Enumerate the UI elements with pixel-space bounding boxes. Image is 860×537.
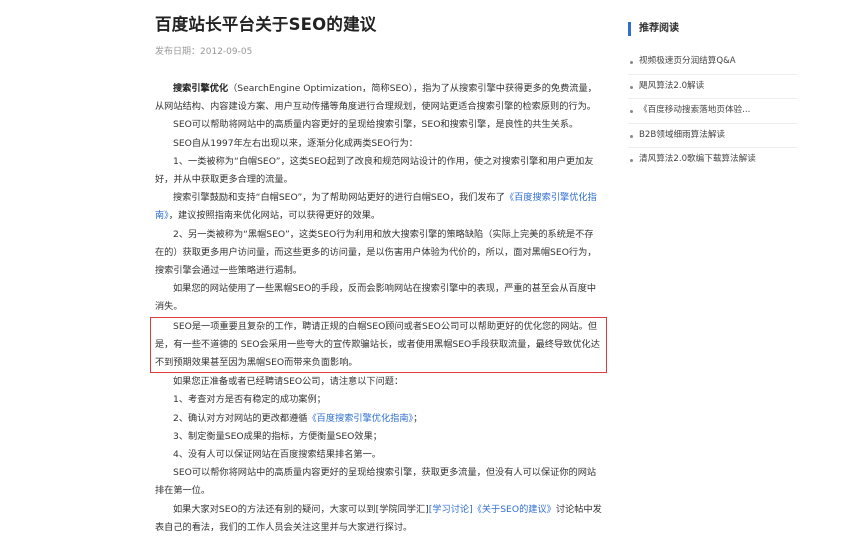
paragraph-text: ； bbox=[413, 412, 423, 424]
paragraph: 如果您的网站使用了一些黑帽SEO的手段，反而会影响网站在搜索引擎中的表现，严重的… bbox=[155, 283, 597, 313]
recommended-item[interactable]: 视频极速页分润结算Q&A bbox=[628, 50, 798, 75]
recommended-list: 视频极速页分润结算Q&A 飓风算法2.0解读 《百度移动搜索落地页体验... B… bbox=[628, 50, 798, 172]
paragraph: SEO自从1997年左右出现以来，逐渐分化成两类SEO行为： bbox=[173, 137, 418, 149]
recommended-item[interactable]: 清风算法2.0歌编下载算法解读 bbox=[628, 148, 798, 172]
paragraph-text: 如果大家对SEO的方法还有别的疑问，大家可以到[学院同学汇] bbox=[173, 503, 429, 515]
seo-term: 搜索引擎优化 bbox=[173, 83, 229, 94]
paragraph-text: ，建议按照指南来优化网站，可以获得更好的效果。 bbox=[168, 210, 381, 222]
list-item: 2、确认对方对网站的更改都遵循《百度搜索引擎优化指南》； bbox=[155, 410, 602, 428]
recommended-item[interactable]: B2B领域细雨算法解读 bbox=[628, 124, 798, 148]
paragraph: 1、一类被称为“白帽SEO”，这类SEO起到了改良和规范网站设计的作用，使之对搜… bbox=[155, 155, 594, 186]
article-title: 百度站长平台关于SEO的建议 bbox=[155, 15, 377, 34]
paragraph-text: 搜索引擎鼓励和支持“白帽SEO”，为了帮助网站更好的进行白帽SEO，我们发布了 bbox=[173, 192, 505, 204]
seo-advice-thread-link[interactable]: 《关于SEO的建议》 bbox=[473, 504, 556, 515]
date-value: 2012-09-05 bbox=[200, 47, 253, 57]
recommended-item[interactable]: 《百度移动搜索落地页体验... bbox=[628, 99, 798, 124]
seo-guide-link[interactable]: 《百度搜索引擎优化指南》 bbox=[307, 413, 413, 424]
paragraph: 搜索引擎鼓励和支持“白帽SEO”，为了帮助网站更好的进行白帽SEO，我们发布了《… bbox=[155, 189, 602, 225]
paragraph-text: 2、确认对方对网站的更改都遵循 bbox=[173, 412, 308, 424]
publish-date: 发布日期：2012-09-05 bbox=[155, 46, 602, 58]
sidebar: 推荐阅读 视频极速页分润结算Q&A 飓风算法2.0解读 《百度移动搜索落地页体验… bbox=[628, 22, 798, 172]
recommended-heading: 推荐阅读 bbox=[628, 22, 798, 36]
paragraph: 搜索引擎优化（SearchEngine Optimization，简称SEO），… bbox=[155, 80, 602, 116]
paragraph: 2、另一类被称为“黑帽SEO”，这类SEO行为利用和放大搜索引擎的策略缺陷（实际… bbox=[155, 228, 597, 277]
paragraph: 如果大家对SEO的方法还有别的疑问，大家可以到[学院同学汇][学习讨论]《关于S… bbox=[155, 501, 602, 537]
highlighted-paragraph: SEO是一项重要且复杂的工作，聘请正规的白帽SEO顾问或者SEO公司可以帮助更好… bbox=[155, 320, 600, 369]
article-body: 搜索引擎优化（SearchEngine Optimization，简称SEO），… bbox=[150, 80, 607, 537]
paragraph: SEO可以帮助将网站中的高质量内容更好的呈现给搜索引擎，SEO和搜索引擎，是良性… bbox=[173, 119, 579, 131]
article: 百度站长平台关于SEO的建议 发布日期：2012-09-05 搜索引擎优化（Se… bbox=[150, 10, 607, 537]
discussion-link[interactable]: [学习讨论] bbox=[429, 504, 473, 515]
recommended-item[interactable]: 飓风算法2.0解读 bbox=[628, 75, 798, 99]
list-item: 3、制定衡量SEO成果的指标，方便衡量SEO效果； bbox=[173, 430, 382, 442]
paragraph: SEO可以帮你将网站中的高质量内容更好的呈现给搜索引擎，获取更多流量，但没有人可… bbox=[155, 467, 597, 497]
highlight-box: SEO是一项重要且复杂的工作，聘请正规的白帽SEO顾问或者SEO公司可以帮助更好… bbox=[150, 316, 607, 374]
date-label: 发布日期： bbox=[155, 47, 201, 57]
list-item: 1、考查对方是否有稳定的成功案例； bbox=[173, 394, 326, 406]
list-item: 4、没有人可以保证网站在百度搜索结果排名第一。 bbox=[173, 449, 381, 461]
paragraph: 如果您正准备或者已经聘请SEO公司，请注意以下问题： bbox=[173, 376, 404, 388]
